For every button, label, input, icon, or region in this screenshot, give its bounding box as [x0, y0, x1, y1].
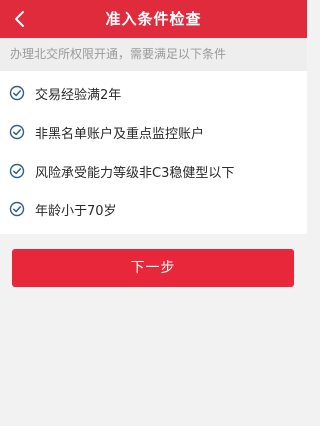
check-circle-icon [9, 201, 25, 217]
condition-label: 交易经验满2年 [35, 87, 122, 103]
check-circle-icon [9, 124, 25, 140]
condition-label: 年龄小于70岁 [35, 203, 117, 219]
page-title: 准入条件检查 [105, 10, 202, 28]
condition-label: 风险承受能力等级非C3稳健型以下 [35, 165, 235, 181]
conditions-list: 交易经验满2年 非黑名单账户及重点监控账户 风险承受能力等级非C3稳健型以下 年… [0, 71, 307, 234]
condition-label: 非黑名单账户及重点监控账户 [35, 126, 205, 142]
check-circle-icon [9, 85, 25, 101]
top-nav-bar: 准入条件检查 [0, 0, 307, 38]
next-step-button[interactable]: 下一步 [12, 249, 294, 287]
condition-item: 非黑名单账户及重点监控账户 [0, 120, 307, 144]
requirements-notice: 办理北交所权限开通，需要满足以下条件 [0, 38, 307, 71]
condition-item: 交易经验满2年 [0, 81, 307, 105]
condition-item: 年龄小于70岁 [0, 197, 307, 221]
check-circle-icon [9, 163, 25, 179]
condition-item: 风险承受能力等级非C3稳健型以下 [0, 159, 307, 183]
